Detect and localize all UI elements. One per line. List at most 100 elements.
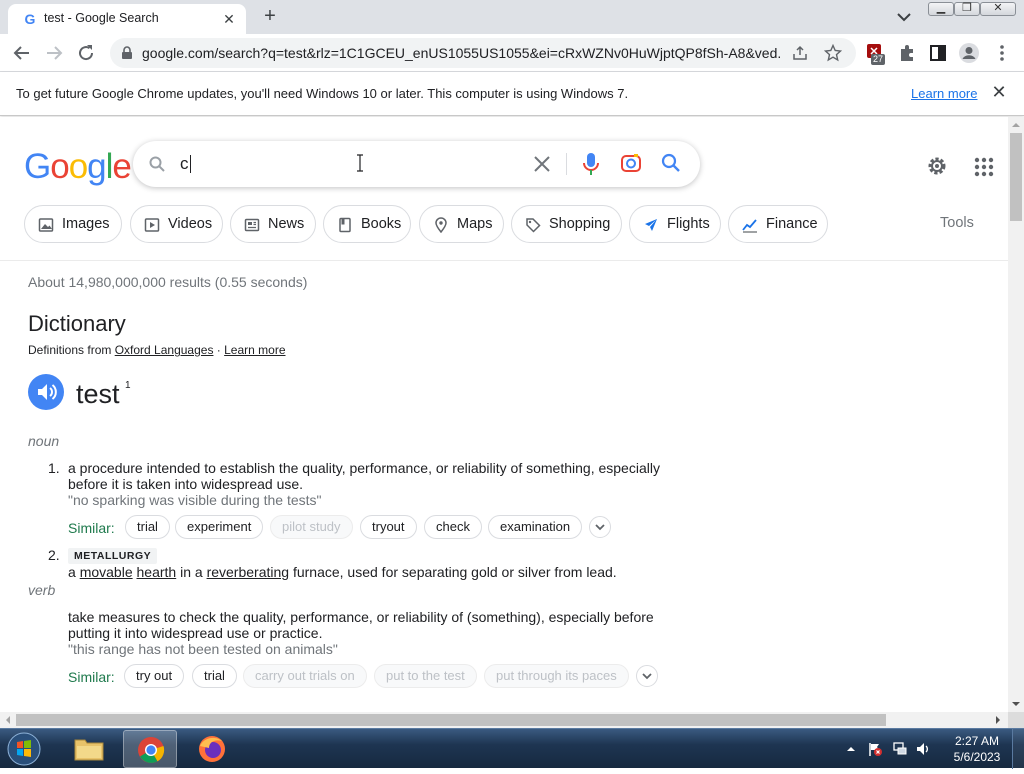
chip-label: Shopping — [549, 216, 611, 232]
similar-word-pill[interactable]: tryout — [360, 515, 417, 539]
voice-search-mic-icon[interactable] — [582, 152, 600, 176]
extension-badge-count: 27 — [871, 54, 886, 65]
google-lens-camera-icon[interactable] — [620, 152, 642, 174]
scroll-left-arrow-icon[interactable] — [0, 712, 16, 728]
similar-word-pill[interactable]: examination — [488, 515, 583, 539]
image-icon — [38, 218, 54, 232]
similar-word-pill[interactable]: carry out trials on — [243, 664, 367, 688]
similar-word-pill[interactable]: check — [424, 515, 482, 539]
window-restore-button[interactable]: ❐ — [954, 2, 980, 16]
reverberating-link[interactable]: reverberating — [207, 564, 290, 580]
action-center-flag-icon[interactable] — [867, 741, 883, 757]
similar-word-pill[interactable]: try out — [124, 664, 185, 688]
share-icon[interactable] — [792, 45, 808, 61]
scroll-down-arrow-icon[interactable] — [1008, 696, 1024, 712]
logo-letter: G — [24, 147, 51, 186]
similar-word-pill[interactable]: trial — [192, 664, 237, 688]
chip-finance[interactable]: Finance — [728, 205, 828, 243]
chip-images[interactable]: Images — [24, 205, 122, 243]
chip-label: Maps — [457, 216, 493, 232]
horizontal-scroll-thumb[interactable] — [16, 714, 886, 726]
settings-gear-icon[interactable] — [925, 154, 949, 178]
dictionary-learn-more-link[interactable]: Learn more — [224, 343, 285, 357]
taskbar-firefox-button[interactable] — [185, 730, 239, 768]
scroll-right-arrow-icon[interactable] — [990, 712, 1006, 728]
tools-button[interactable]: Tools — [940, 215, 974, 231]
windows-taskbar: 2:27 AM 5/6/2023 — [0, 728, 1024, 769]
infobar-close-icon[interactable]: ✕ — [990, 83, 1008, 101]
source-prefix: Definitions from — [28, 343, 115, 357]
tray-expand-arrow-icon[interactable] — [845, 743, 857, 755]
oxford-languages-link[interactable]: Oxford Languages — [115, 343, 214, 357]
chip-videos[interactable]: Videos — [130, 205, 223, 243]
expand-similar-button[interactable] — [589, 516, 611, 538]
def-text: furnace, used for separating gold or sil… — [289, 564, 617, 580]
google-apps-grid-icon[interactable] — [974, 157, 994, 177]
url-text[interactable]: google.com/search?q=test&rlz=1C1GCEU_enU… — [142, 45, 782, 61]
sense-definition: a movable hearth in a reverberating furn… — [68, 564, 668, 580]
google-logo[interactable]: Google — [24, 147, 132, 187]
vertical-scroll-thumb[interactable] — [1010, 133, 1022, 221]
window-minimize-button[interactable]: ▁ — [928, 2, 954, 16]
scrollbar-corner — [1008, 712, 1024, 728]
tab-search-chevron-icon[interactable] — [893, 8, 915, 26]
chrome-icon — [138, 737, 165, 763]
extensions-puzzle-icon[interactable] — [895, 41, 919, 65]
chip-maps[interactable]: Maps — [419, 205, 504, 243]
search-input[interactable] — [180, 152, 520, 176]
address-bar[interactable]: google.com/search?q=test&rlz=1C1GCEU_enU… — [110, 38, 856, 68]
search-box[interactable] — [133, 141, 700, 187]
chip-label: Flights — [667, 216, 710, 232]
browser-menu-kebab-icon[interactable] — [990, 41, 1014, 65]
expand-similar-button[interactable] — [636, 665, 658, 687]
def-text: a — [68, 564, 80, 580]
reload-icon[interactable] — [74, 41, 98, 65]
clock-date[interactable]: 5/6/2023 — [946, 750, 1008, 764]
infobar-learn-more-link[interactable]: Learn more — [911, 86, 977, 101]
browser-tab[interactable]: G test - Google Search ✕ — [8, 4, 246, 34]
hearth-link[interactable]: hearth — [137, 564, 177, 580]
verb-definition: take measures to check the quality, perf… — [68, 609, 654, 641]
window-close-button[interactable]: ✕ — [980, 2, 1016, 16]
chip-news[interactable]: News — [230, 205, 316, 243]
scroll-up-arrow-icon[interactable] — [1008, 117, 1024, 133]
tag-icon — [526, 218, 541, 233]
network-icon[interactable] — [892, 741, 908, 757]
chevron-down-icon — [642, 673, 652, 680]
profile-avatar-icon[interactable] — [957, 41, 981, 65]
bookmark-star-icon[interactable] — [824, 44, 842, 62]
clear-search-icon[interactable] — [531, 153, 553, 175]
similar-word-pill[interactable]: pilot study — [270, 515, 353, 539]
taskbar-chrome-button[interactable] — [123, 730, 177, 768]
folder-icon — [74, 739, 104, 761]
forward-arrow-icon[interactable] — [42, 41, 66, 65]
speaker-icon — [38, 384, 57, 400]
subject-tag: METALLURGY — [68, 548, 158, 564]
show-desktop-button[interactable] — [1012, 729, 1024, 769]
similar-word-pill[interactable]: experiment — [175, 515, 264, 539]
new-tab-button[interactable]: + — [258, 6, 282, 28]
chip-flights[interactable]: Flights — [629, 205, 721, 243]
chip-label: Images — [62, 216, 110, 232]
similar-word-pill[interactable]: trial — [125, 515, 170, 539]
verb-example: "this range has not been tested on anima… — [68, 641, 338, 657]
search-submit-icon[interactable] — [660, 152, 682, 174]
extension-badge-button[interactable]: 27 — [865, 42, 887, 66]
chart-icon — [742, 219, 757, 233]
pronunciation-speaker-button[interactable] — [28, 374, 64, 410]
similar-word-pill[interactable]: put through its paces — [484, 664, 629, 688]
chip-shopping[interactable]: Shopping — [511, 205, 622, 243]
lock-icon[interactable] — [120, 46, 134, 60]
movable-link[interactable]: movable — [80, 564, 133, 580]
side-panel-icon[interactable] — [926, 41, 950, 65]
tab-close-icon[interactable]: ✕ — [220, 10, 238, 28]
logo-letter: o — [50, 147, 69, 186]
similar-word-pill[interactable]: put to the test — [374, 664, 477, 688]
taskbar-explorer-button[interactable] — [62, 730, 116, 768]
search-magnifier-icon — [149, 156, 165, 172]
chip-books[interactable]: Books — [323, 205, 411, 243]
windows-start-orb-icon[interactable] — [4, 730, 44, 768]
volume-icon[interactable] — [915, 741, 931, 757]
clock-time[interactable]: 2:27 AM — [946, 734, 1008, 748]
back-arrow-icon[interactable] — [10, 41, 34, 65]
